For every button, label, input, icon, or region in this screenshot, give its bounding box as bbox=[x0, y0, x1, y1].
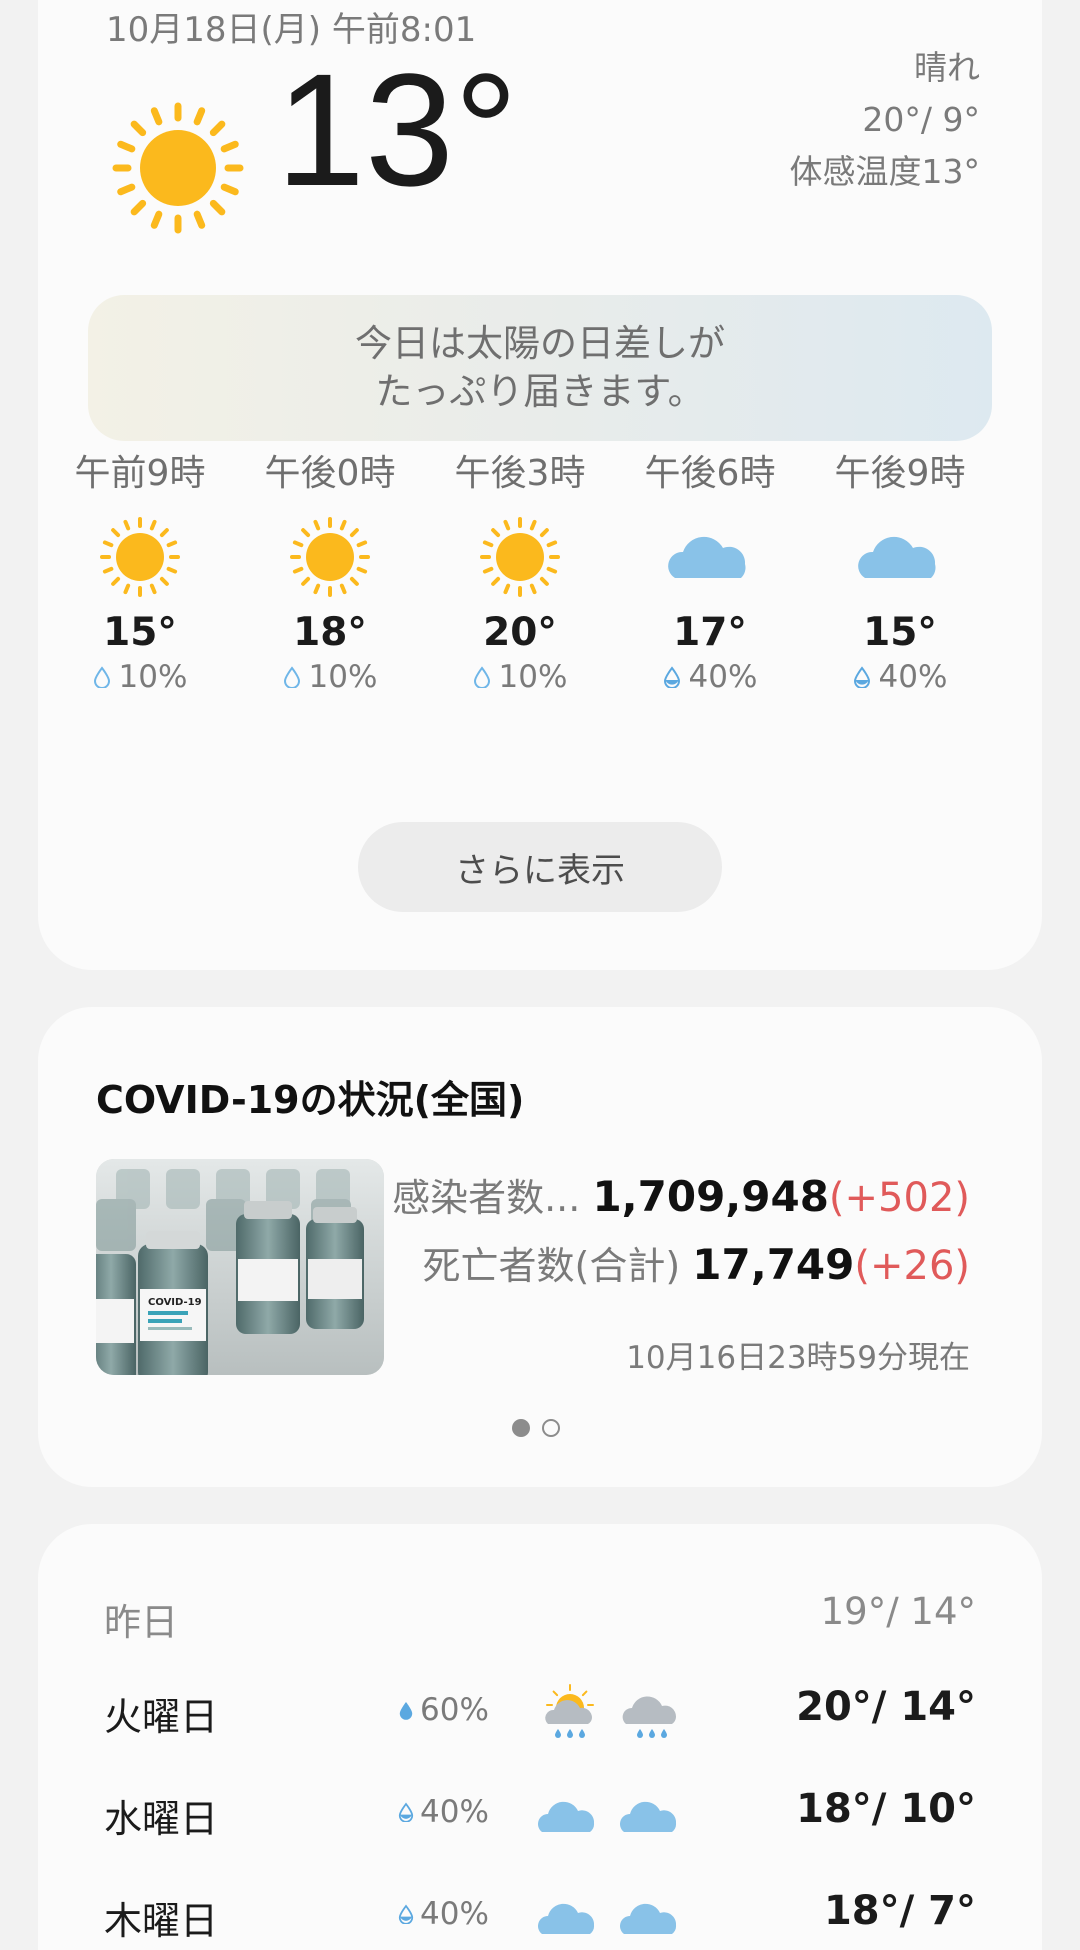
day-precip-value: 40% bbox=[420, 1896, 489, 1932]
daily-forecast-card[interactable]: 昨日 19°/ 14° 火曜日 60% 20°/ 14° 水曜日 40% 18°… bbox=[38, 1524, 1042, 1950]
raindrop-half-icon bbox=[398, 1802, 414, 1822]
hourly-item: 午後6時 17° 40% bbox=[620, 440, 800, 695]
current-temperature: 13° bbox=[276, 40, 518, 219]
raindrop-half-icon bbox=[853, 666, 870, 688]
hour-precip: 40% bbox=[810, 659, 990, 695]
cloud-rain-icon bbox=[622, 1696, 677, 1738]
day-label: 昨日 bbox=[104, 1601, 178, 1644]
sun-icon bbox=[480, 517, 560, 597]
hour-precip-value: 10% bbox=[498, 659, 568, 695]
condition-block: 晴れ 20°/ 9° 体感温度13° bbox=[790, 42, 981, 198]
hourly-item: 午前9時 15° 10% bbox=[50, 440, 230, 695]
day-high-low: 18°/ 7° bbox=[823, 1888, 976, 1934]
sun-icon bbox=[112, 102, 244, 234]
as-of-timestamp: 10月16日23時59分現在 bbox=[626, 1340, 970, 1376]
covid-card-title: COVID-19の状況(全国) bbox=[96, 1078, 525, 1122]
infected-value: 1,709,948 bbox=[592, 1172, 829, 1221]
hour-precip-value: 10% bbox=[308, 659, 378, 695]
hour-precip: 10% bbox=[240, 659, 420, 695]
summary-line-2: たっぷり届きます。 bbox=[375, 370, 705, 413]
hour-temp: 15° bbox=[863, 610, 937, 655]
covid-status-card[interactable]: COVID-19の状況(全国) COVID-19 感染者数... 1,709,9… bbox=[38, 1007, 1042, 1487]
hour-precip-value: 40% bbox=[688, 659, 758, 695]
raindrop-outline-icon bbox=[93, 666, 110, 688]
hour-time: 午後0時 bbox=[264, 453, 396, 494]
day-label: 火曜日 bbox=[104, 1695, 219, 1739]
feels-like-temp: 体感温度13° bbox=[789, 152, 981, 191]
show-more-button[interactable]: さらに表示 bbox=[358, 822, 722, 912]
cloud-icon bbox=[620, 1801, 677, 1832]
day-precip: 40% bbox=[398, 1794, 489, 1830]
deaths-value: 17,749 bbox=[692, 1240, 855, 1289]
daily-row[interactable]: 木曜日 40% 18°/ 7° bbox=[38, 1888, 1042, 1950]
high-low-temp: 20°/ 9° bbox=[862, 100, 980, 139]
hour-temp: 17° bbox=[673, 610, 747, 655]
day-precip-value: 40% bbox=[420, 1794, 489, 1830]
hour-temp: 18° bbox=[293, 610, 367, 655]
day-high-low: 18°/ 10° bbox=[796, 1786, 976, 1832]
cloud-icon bbox=[668, 536, 746, 578]
hour-precip-value: 40% bbox=[878, 659, 948, 695]
raindrop-outline-icon bbox=[283, 666, 300, 688]
day-precip: 60% bbox=[398, 1692, 489, 1728]
page-dot-active[interactable] bbox=[512, 1419, 530, 1437]
hour-precip: 10% bbox=[50, 659, 230, 695]
hour-time: 午後9時 bbox=[834, 453, 966, 494]
hourly-forecast[interactable]: 午前9時 15° 10% 午後0時 18° 10% 午後3時 20° 10% 午… bbox=[38, 440, 1042, 700]
daily-row[interactable]: 火曜日 60% 20°/ 14° bbox=[38, 1684, 1042, 1766]
vaccine-vials-image: COVID-19 bbox=[96, 1159, 384, 1375]
deaths-delta: (+26) bbox=[854, 1243, 970, 1289]
cloud-icon bbox=[538, 1903, 595, 1934]
weather-summary-banner: 今日は太陽の日差しが たっぷり届きます。 bbox=[88, 295, 992, 441]
hour-time: 午後3時 bbox=[454, 453, 586, 494]
hourly-item: 午後9時 15° 40% bbox=[810, 440, 990, 695]
page-indicator[interactable] bbox=[512, 1419, 560, 1437]
sun-cloud-rain-icon bbox=[545, 1684, 594, 1738]
day-label: 木曜日 bbox=[104, 1899, 219, 1943]
infected-delta: (+502) bbox=[828, 1175, 970, 1221]
infected-label: 感染者数... bbox=[392, 1176, 581, 1220]
cloud-icon bbox=[858, 536, 936, 578]
hourly-item: 午後0時 18° 10% bbox=[240, 440, 420, 695]
raindrop-outline-icon bbox=[473, 666, 490, 688]
hourly-item: 午後3時 20° 10% bbox=[430, 440, 610, 695]
cloud-icon bbox=[620, 1903, 677, 1934]
raindrop-icon bbox=[399, 1702, 413, 1720]
deaths-label: 死亡者数(合計) bbox=[422, 1244, 681, 1288]
day-high-low: 19°/ 14° bbox=[820, 1590, 976, 1633]
hour-time: 午前9時 bbox=[74, 453, 206, 494]
daily-row[interactable]: 水曜日 40% 18°/ 10° bbox=[38, 1786, 1042, 1868]
raindrop-half-icon bbox=[663, 666, 680, 688]
day-label: 水曜日 bbox=[104, 1797, 219, 1841]
day-precip: 40% bbox=[398, 1896, 489, 1932]
sun-icon bbox=[290, 517, 370, 597]
sun-icon bbox=[100, 517, 180, 597]
deaths-stat: 死亡者数(合計) 17,749(+26) bbox=[423, 1235, 970, 1290]
hour-temp: 15° bbox=[103, 610, 177, 655]
hour-precip-value: 10% bbox=[118, 659, 188, 695]
cloud-icon bbox=[538, 1801, 595, 1832]
summary-line-1: 今日は太陽の日差しが bbox=[355, 322, 725, 365]
vial-label-text: COVID-19 bbox=[148, 1297, 202, 1308]
current-weather-card[interactable]: 10月18日(月) 午前8:01 13° 晴れ 20°/ 9° 体感温度13° … bbox=[38, 0, 1042, 970]
raindrop-half-icon bbox=[398, 1904, 414, 1924]
daily-row-yesterday[interactable]: 昨日 19°/ 14° bbox=[38, 1590, 1042, 1672]
day-precip-value: 60% bbox=[420, 1692, 489, 1728]
hour-precip: 40% bbox=[620, 659, 800, 695]
hour-precip: 10% bbox=[430, 659, 610, 695]
page-dot[interactable] bbox=[542, 1419, 560, 1437]
day-high-low: 20°/ 14° bbox=[796, 1684, 976, 1730]
hour-time: 午後6時 bbox=[644, 453, 776, 494]
infected-stat: 感染者数... 1,709,948(+502) bbox=[392, 1167, 970, 1222]
hour-temp: 20° bbox=[483, 610, 557, 655]
condition-text: 晴れ bbox=[914, 48, 980, 87]
